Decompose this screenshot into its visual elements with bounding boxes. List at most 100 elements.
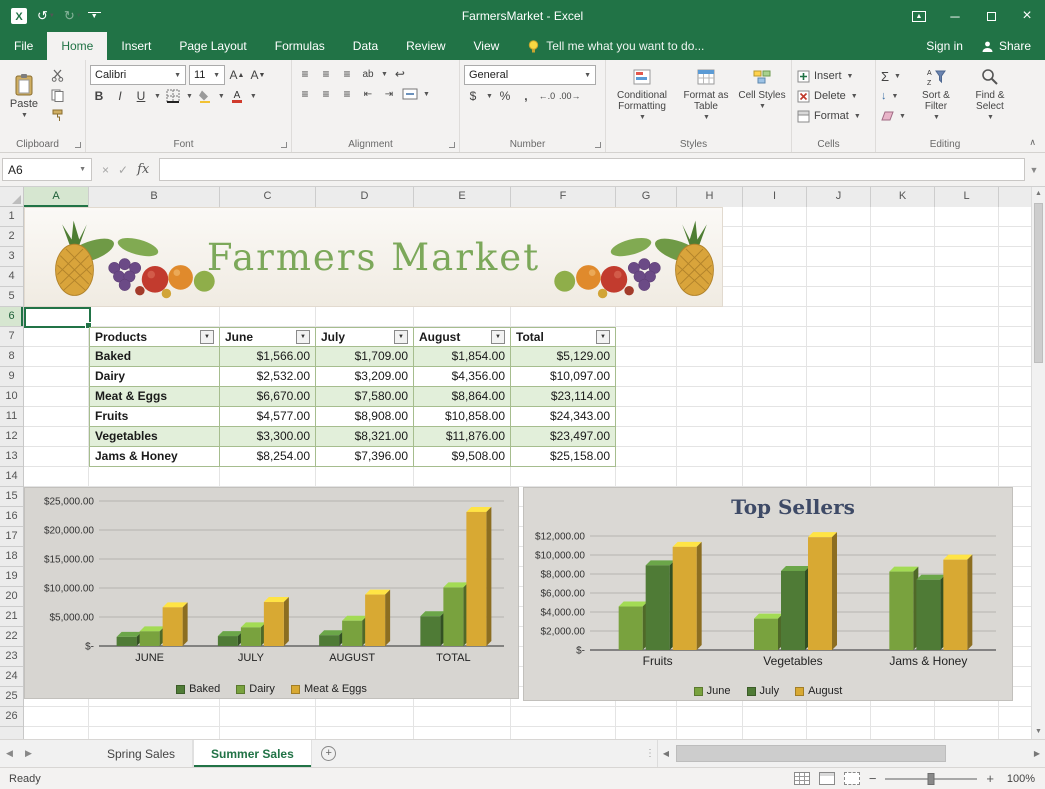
scroll-left-icon[interactable]: ◀	[658, 749, 674, 758]
table-header-cell[interactable]: Total▼	[511, 327, 616, 347]
formula-input[interactable]	[159, 158, 1025, 181]
number-dialog-launcher-icon[interactable]	[595, 142, 601, 148]
font-size-combo[interactable]: 11▼	[189, 65, 225, 85]
column-header-F[interactable]: F	[511, 187, 616, 207]
row-header-10[interactable]: 10	[0, 387, 23, 407]
zoom-in-icon[interactable]: +	[986, 771, 994, 786]
row-header-19[interactable]: 19	[0, 567, 23, 587]
row-header-26[interactable]: 26	[0, 707, 23, 727]
font-name-combo[interactable]: Calibri▼	[90, 65, 186, 85]
filter-dropdown-icon[interactable]: ▼	[491, 330, 505, 344]
sort-filter-button[interactable]: AZ Sort & Filter ▼	[910, 63, 962, 127]
table-cell[interactable]: $10,858.00	[414, 407, 511, 427]
row-header-9[interactable]: 9	[0, 367, 23, 387]
tab-file[interactable]: File	[0, 32, 47, 60]
customize-quick-access-icon[interactable]: ▼	[88, 12, 101, 20]
table-cell[interactable]: Dairy	[89, 367, 220, 387]
maximize-icon[interactable]	[973, 0, 1009, 32]
table-cell[interactable]: Fruits	[89, 407, 220, 427]
autosum-button[interactable]: Σ▼	[879, 67, 908, 85]
table-header-cell[interactable]: August▼	[414, 327, 511, 347]
column-header-L[interactable]: L	[935, 187, 999, 207]
percent-style-icon[interactable]: %	[496, 87, 514, 105]
row-header-22[interactable]: 22	[0, 627, 23, 647]
filter-dropdown-icon[interactable]: ▼	[296, 330, 310, 344]
table-cell[interactable]: $3,209.00	[316, 367, 414, 387]
cut-button[interactable]	[47, 67, 67, 84]
tab-view[interactable]: View	[460, 32, 514, 60]
borders-icon[interactable]	[164, 87, 182, 105]
add-sheet-button[interactable]: +	[312, 740, 346, 767]
page-layout-view-icon[interactable]	[819, 772, 835, 785]
name-box[interactable]: A6 ▼	[2, 158, 92, 181]
row-header-13[interactable]: 13	[0, 447, 23, 467]
fill-color-icon[interactable]	[196, 87, 214, 105]
table-cell[interactable]: $1,709.00	[316, 347, 414, 367]
top-sellers-chart-image[interactable]: $-$2,000.00$4,000.00$6,000.00$8,000.00$1…	[523, 487, 1013, 701]
font-dialog-launcher-icon[interactable]	[281, 142, 287, 148]
sign-in-link[interactable]: Sign in	[926, 39, 963, 53]
italic-button[interactable]: I	[111, 87, 129, 105]
scroll-right-icon[interactable]: ▶	[1029, 749, 1045, 758]
orientation-icon[interactable]: ab	[359, 65, 377, 83]
filter-dropdown-icon[interactable]: ▼	[394, 330, 408, 344]
normal-view-icon[interactable]	[794, 772, 810, 785]
cancel-icon[interactable]: ×	[102, 163, 109, 177]
monthly-sales-chart-image[interactable]: $-$5,000.00$10,000.00$15,000.00$20,000.0…	[24, 487, 519, 699]
alignment-dialog-launcher-icon[interactable]	[449, 142, 455, 148]
table-cell[interactable]: $7,580.00	[316, 387, 414, 407]
scroll-down-icon[interactable]: ▼	[1032, 725, 1045, 739]
find-select-button[interactable]: Find & Select ▼	[964, 63, 1016, 127]
table-header-cell[interactable]: July▼	[316, 327, 414, 347]
underline-dropdown-icon[interactable]: ▼	[154, 93, 161, 100]
row-header-5[interactable]: 5	[0, 287, 23, 307]
row-header-17[interactable]: 17	[0, 527, 23, 547]
zoom-slider[interactable]	[885, 778, 977, 780]
table-cell[interactable]: $10,097.00	[511, 367, 616, 387]
align-top-icon[interactable]: ≡	[296, 65, 314, 83]
tab-scroll-split-handle[interactable]: ⋮	[643, 740, 657, 767]
wrap-text-icon[interactable]: ↩	[391, 65, 409, 83]
table-cell[interactable]: $9,508.00	[414, 447, 511, 467]
column-header-J[interactable]: J	[807, 187, 871, 207]
table-cell[interactable]: $6,670.00	[220, 387, 316, 407]
table-cell[interactable]: $25,158.00	[511, 447, 616, 467]
format-as-table-button[interactable]: Format as Table ▼	[675, 63, 737, 127]
tab-review[interactable]: Review	[392, 32, 459, 60]
filter-dropdown-icon[interactable]: ▼	[200, 330, 214, 344]
column-header-B[interactable]: B	[89, 187, 220, 207]
clipboard-dialog-launcher-icon[interactable]	[75, 142, 81, 148]
tab-formulas[interactable]: Formulas	[261, 32, 339, 60]
row-header-4[interactable]: 4	[0, 267, 23, 287]
table-cell[interactable]: $5,129.00	[511, 347, 616, 367]
format-cells-button[interactable]: Format ▼	[795, 107, 872, 125]
increase-decimal-icon[interactable]: ←.0	[538, 87, 556, 105]
insert-cells-button[interactable]: Insert ▼	[795, 67, 872, 85]
font-color-icon[interactable]: A	[228, 87, 246, 105]
align-middle-icon[interactable]: ≡	[317, 65, 335, 83]
row-header-2[interactable]: 2	[0, 227, 23, 247]
ribbon-display-options-icon[interactable]: ▲	[901, 0, 937, 32]
table-cell[interactable]: $8,908.00	[316, 407, 414, 427]
merge-center-icon[interactable]	[401, 85, 419, 103]
enter-icon[interactable]: ✓	[118, 163, 128, 177]
horizontal-scrollbar-thumb[interactable]	[676, 745, 946, 762]
conditional-formatting-button[interactable]: Conditional Formatting ▼	[609, 63, 675, 127]
tab-home[interactable]: Home	[47, 32, 107, 60]
increase-indent-icon[interactable]: ⇥	[380, 85, 398, 103]
fill-button[interactable]: ↓▼	[879, 87, 908, 105]
row-header-24[interactable]: 24	[0, 667, 23, 687]
expand-formula-bar-icon[interactable]: ▼	[1025, 165, 1043, 175]
table-cell[interactable]: $7,396.00	[316, 447, 414, 467]
insert-function-icon[interactable]: fx	[137, 162, 149, 177]
column-header-G[interactable]: G	[616, 187, 677, 207]
tab-page-layout[interactable]: Page Layout	[165, 32, 260, 60]
underline-button[interactable]: U	[132, 87, 150, 105]
tab-insert[interactable]: Insert	[107, 32, 165, 60]
align-left-icon[interactable]: ≡	[296, 85, 314, 103]
decrease-indent-icon[interactable]: ⇤	[359, 85, 377, 103]
sheet-tab-spring-sales[interactable]: Spring Sales	[90, 740, 193, 767]
tab-data[interactable]: Data	[339, 32, 392, 60]
table-cell[interactable]: $1,566.00	[220, 347, 316, 367]
row-header-25[interactable]: 25	[0, 687, 23, 707]
